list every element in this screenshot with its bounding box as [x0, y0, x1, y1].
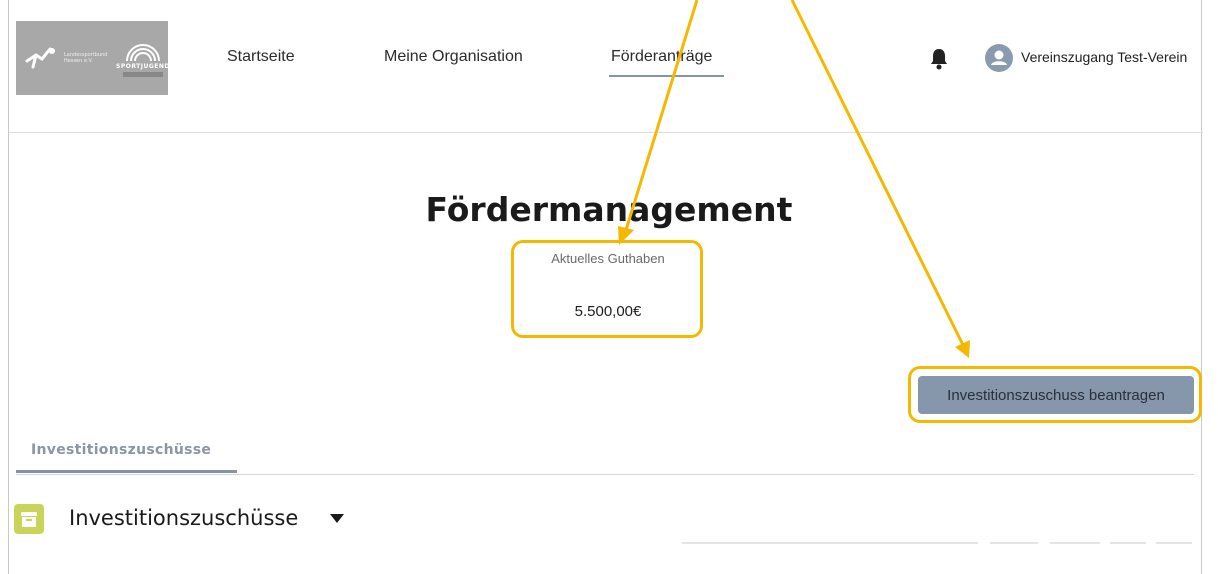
- logo[interactable]: Landessportbund Hessen e.V. SPORTJUGEND: [16, 21, 170, 95]
- bell-icon[interactable]: [929, 48, 949, 70]
- logo-right-text: SPORTJUGEND: [116, 63, 170, 70]
- toolbar-placeholder: [1050, 542, 1100, 544]
- list-view-title[interactable]: Investitionszuschüsse: [69, 506, 298, 530]
- archive-icon: [14, 504, 44, 534]
- balance-value: 5.500,00€: [574, 303, 642, 320]
- tab-active-indicator: [16, 470, 237, 473]
- balance-label: Aktuelles Guthaben: [551, 251, 665, 266]
- page-title: Fördermanagement: [425, 190, 793, 229]
- logo-left-text: Landessportbund Hessen e.V.: [64, 52, 108, 64]
- toolbar-placeholder: [1156, 542, 1192, 544]
- toolbar-placeholder: [990, 542, 1038, 544]
- nav-foerderantraege[interactable]: Förderanträge: [611, 48, 712, 66]
- toolbar-placeholder: [1110, 542, 1146, 544]
- caret-down-icon[interactable]: [330, 514, 344, 523]
- request-investment-grant-button[interactable]: Investitionszuschuss beantragen: [918, 376, 1194, 414]
- rainbow-arcs-icon: [125, 44, 160, 61]
- header-separator: [9, 132, 1203, 133]
- user-name[interactable]: Vereinszugang Test-Verein: [1021, 49, 1187, 65]
- tabs-divider: [16, 474, 1194, 475]
- nav-meine-organisation[interactable]: Meine Organisation: [384, 48, 523, 66]
- logo-right: SPORTJUGEND: [116, 39, 170, 77]
- tab-investitionszuschuesse[interactable]: Investitionszuschüsse: [31, 442, 211, 458]
- nav-active-indicator: [609, 75, 724, 77]
- nav-startseite[interactable]: Startseite: [227, 48, 295, 66]
- logo-bar: [122, 72, 163, 77]
- toolbar-placeholder: [682, 542, 978, 544]
- user-avatar-icon[interactable]: [985, 44, 1013, 72]
- logo-figure-icon: [24, 43, 58, 73]
